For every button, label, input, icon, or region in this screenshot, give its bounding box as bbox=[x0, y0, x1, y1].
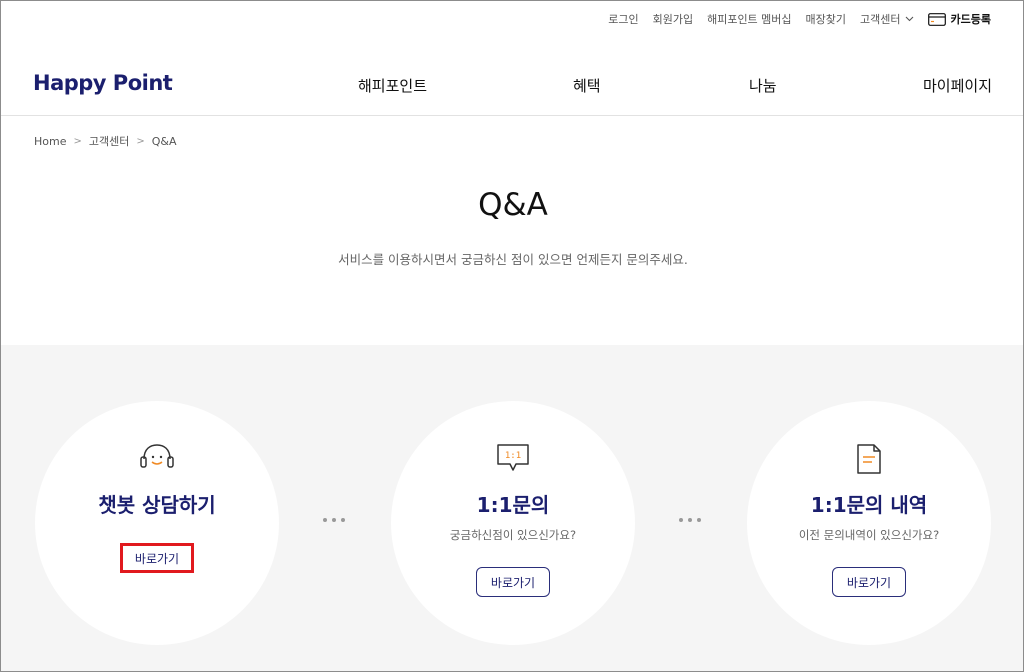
main-nav: 해피포인트 혜택 나눔 마이페이지 bbox=[1, 75, 1023, 96]
card-register-label: 카드등록 bbox=[950, 13, 991, 26]
one-to-one-card-title: 1:1문의 bbox=[476, 493, 550, 517]
card-icon bbox=[927, 12, 946, 26]
one-to-one-card-subtitle: 궁금하신점이 있으신가요? bbox=[449, 528, 577, 542]
one-to-one-go-button[interactable]: 바로가기 bbox=[476, 567, 550, 597]
chat-bubble-icon: 1:1 bbox=[497, 444, 529, 471]
chatbot-card: 챗봇 상담하기 바로가기 bbox=[35, 401, 279, 645]
headset-smile-icon bbox=[140, 444, 174, 468]
nav-mypage[interactable]: 마이페이지 bbox=[923, 75, 992, 96]
one-to-one-card: 1:1 1:1문의 궁금하신점이 있으신가요? 바로가기 bbox=[391, 401, 635, 645]
card-register-link[interactable]: 카드등록 bbox=[927, 11, 991, 27]
inquiry-history-go-button[interactable]: 바로가기 bbox=[832, 567, 906, 597]
signup-link[interactable]: 회원가입 bbox=[653, 11, 693, 27]
utility-bar: 로그인 회원가입 해피포인트 멤버십 매장찾기 고객센터 카드등록 bbox=[594, 11, 991, 27]
nav-happypoint[interactable]: 해피포인트 bbox=[358, 75, 427, 96]
document-icon bbox=[857, 444, 881, 474]
nav-sharing[interactable]: 나눔 bbox=[749, 75, 777, 96]
breadcrumb: Home > 고객센터 > Q&A bbox=[34, 133, 177, 149]
membership-link[interactable]: 해피포인트 멤버십 bbox=[707, 11, 791, 27]
page-title: Q&A bbox=[478, 187, 548, 223]
chat-bubble-text: 1:1 bbox=[505, 451, 521, 461]
breadcrumb-customer-center[interactable]: 고객센터 bbox=[89, 133, 129, 149]
breadcrumb-chevron-icon: > bbox=[73, 135, 82, 147]
page-frame: 로그인 회원가입 해피포인트 멤버십 매장찾기 고객센터 카드등록 Happy … bbox=[0, 0, 1024, 672]
inquiry-history-card-subtitle: 이전 문의내역이 있으신가요? bbox=[798, 528, 940, 542]
store-finder-link[interactable]: 매장찾기 bbox=[806, 11, 846, 27]
chatbot-card-title: 챗봇 상담하기 bbox=[98, 493, 216, 517]
customer-center-dropdown[interactable]: 고객센터 bbox=[860, 11, 913, 27]
dots-separator bbox=[323, 518, 345, 522]
customer-center-label: 고객센터 bbox=[860, 13, 901, 26]
breadcrumb-home[interactable]: Home bbox=[34, 135, 66, 148]
nav-benefits[interactable]: 혜택 bbox=[573, 75, 601, 96]
dots-separator bbox=[679, 518, 701, 522]
inquiry-history-card: 1:1문의 내역 이전 문의내역이 있으신가요? 바로가기 bbox=[747, 401, 991, 645]
breadcrumb-current: Q&A bbox=[151, 134, 177, 148]
login-link[interactable]: 로그인 bbox=[608, 11, 638, 27]
header-divider bbox=[1, 115, 1023, 116]
breadcrumb-chevron-icon: > bbox=[136, 135, 145, 147]
chevron-down-icon bbox=[905, 16, 913, 22]
chatbot-go-button[interactable]: 바로가기 bbox=[120, 543, 194, 573]
inquiry-history-card-title: 1:1문의 내역 bbox=[810, 493, 928, 517]
page-description: 서비스를 이용하시면서 궁금하신 점이 있으면 언제든지 문의주세요. bbox=[338, 252, 688, 267]
